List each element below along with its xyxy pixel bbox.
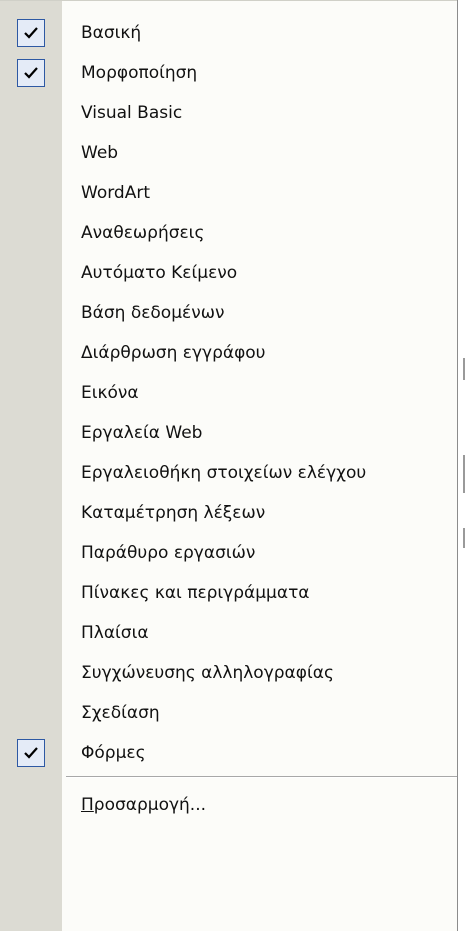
menu-item-label: Φόρμες	[81, 743, 146, 763]
menu-item-label: Πίνακες και περιγράμματα	[81, 583, 310, 603]
menu-top-border	[0, 0, 457, 1]
menu-item-picture[interactable]: Εικόνα	[0, 373, 457, 413]
menu-item-label: Βάση δεδομένων	[81, 303, 225, 323]
menu-item-visual-basic[interactable]: Visual Basic	[0, 93, 457, 133]
menu-item-web[interactable]: Web	[0, 133, 457, 173]
background-edge-mark	[463, 528, 465, 548]
menu-item-label: Πλαίσια	[81, 623, 149, 643]
menu-item-frames[interactable]: Πλαίσια	[0, 613, 457, 653]
menu-item-label: Προσαρμογή...	[81, 785, 206, 825]
menu-item-drawing[interactable]: Σχεδίαση	[0, 693, 457, 733]
menu-item-web-tools[interactable]: Εργαλεία Web	[0, 413, 457, 453]
menu-item-label: Διάρθρωση εγγράφου	[81, 343, 266, 363]
menu-item-database[interactable]: Βάση δεδομένων	[0, 293, 457, 333]
menu-item-mail-merge[interactable]: Συγχώνευσης αλληλογραφίας	[0, 653, 457, 693]
menu-item-label: Παράθυρο εργασιών	[81, 543, 256, 563]
checkmark-icon	[17, 19, 45, 47]
menu-item-label: Αναθεωρήσεις	[81, 223, 205, 243]
menu-item-label: Αυτόματο Κείμενο	[81, 263, 238, 283]
menu-item-morfopoiisi[interactable]: Μορφοποίηση	[0, 53, 457, 93]
menu-item-label: Εικόνα	[81, 383, 139, 403]
menu-item-word-count[interactable]: Καταμέτρηση λέξεων	[0, 493, 457, 533]
menu-item-tables-and-borders[interactable]: Πίνακες και περιγράμματα	[0, 573, 457, 613]
background-edge-mark	[463, 358, 465, 380]
menu-item-label: Μορφοποίηση	[81, 63, 198, 83]
menu-item-label-rest: ροσαρμογή...	[93, 795, 207, 815]
menu-item-label: Web	[81, 143, 119, 163]
menu-item-anatheoriseis[interactable]: Αναθεωρήσεις	[0, 213, 457, 253]
background-edge-mark	[463, 455, 465, 493]
menu-item-label: Visual Basic	[81, 103, 183, 123]
toolbars-context-menu: Βασική Μορφοποίηση Visual Basic Web Word…	[0, 0, 458, 931]
menu-item-outlining[interactable]: Διάρθρωση εγγράφου	[0, 333, 457, 373]
menu-item-label: Καταμέτρηση λέξεων	[81, 503, 266, 523]
menu-item-label: Βασική	[81, 23, 142, 43]
menu-separator	[66, 776, 457, 778]
menu-item-label: Εργαλειοθήκη στοιχείων ελέγχου	[81, 463, 367, 483]
menu-item-label: Εργαλεία Web	[81, 423, 203, 443]
menu-item-forms[interactable]: Φόρμες	[0, 733, 457, 773]
menu-item-control-toolbox[interactable]: Εργαλειοθήκη στοιχείων ελέγχου	[0, 453, 457, 493]
menu-item-autocorrect-text[interactable]: Αυτόματο Κείμενο	[0, 253, 457, 293]
checkmark-icon	[17, 739, 45, 767]
access-key: Π	[81, 795, 94, 815]
menu-item-label: WordArt	[81, 183, 150, 203]
menu-item-vasiki[interactable]: Βασική	[0, 13, 457, 53]
checkmark-icon	[17, 59, 45, 87]
menu-item-label: Συγχώνευσης αλληλογραφίας	[81, 663, 334, 683]
background-edge	[458, 0, 472, 931]
menu-item-task-pane[interactable]: Παράθυρο εργασιών	[0, 533, 457, 573]
menu-item-customize[interactable]: Προσαρμογή...	[0, 785, 457, 825]
menu-item-wordart[interactable]: WordArt	[0, 173, 457, 213]
menu-item-label: Σχεδίαση	[81, 703, 160, 723]
